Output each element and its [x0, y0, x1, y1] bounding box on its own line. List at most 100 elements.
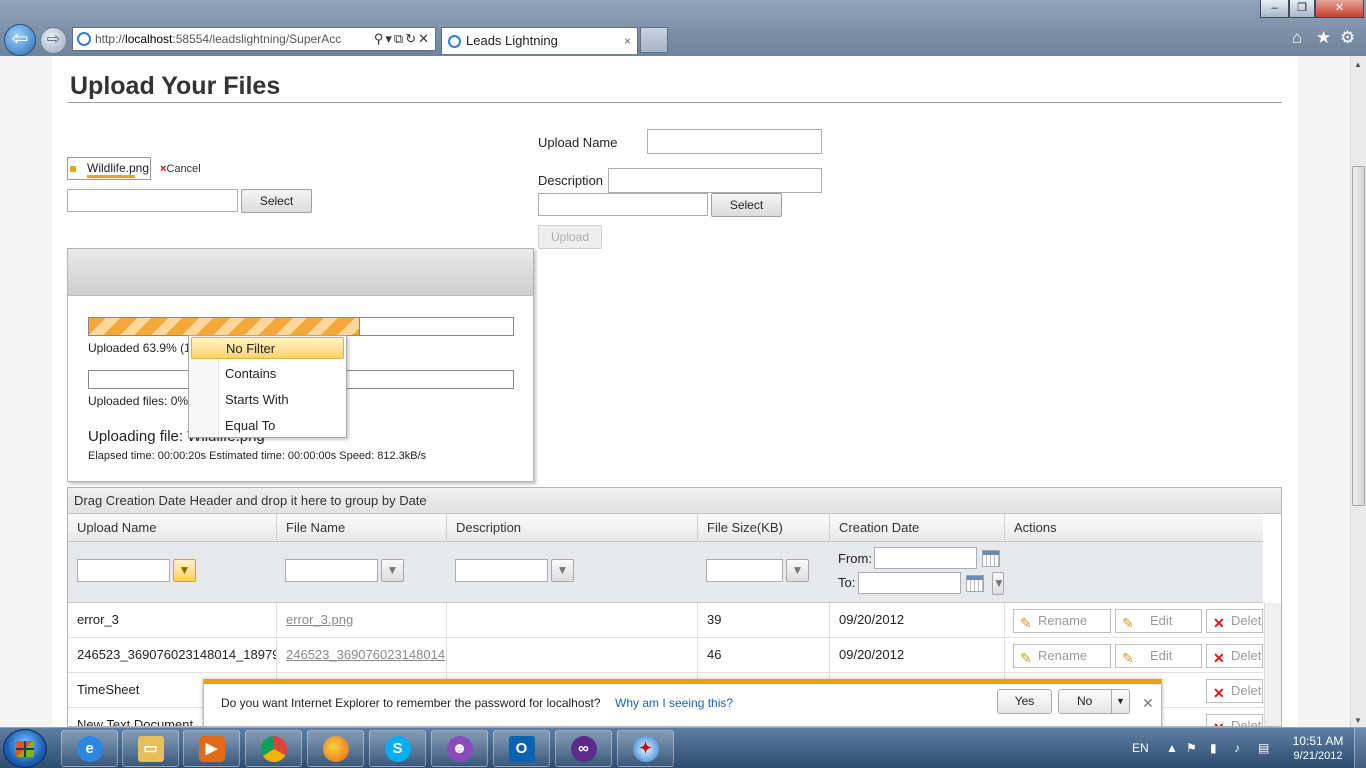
- filter-input-upload-name[interactable]: [77, 559, 170, 582]
- taskbar-outlook[interactable]: O: [493, 730, 550, 767]
- taskbar-visual-studio[interactable]: ∞: [555, 730, 612, 767]
- scroll-thumb[interactable]: [1352, 166, 1365, 506]
- filter-input-file-name[interactable]: [285, 559, 378, 582]
- compat-icon[interactable]: ⧉: [394, 31, 405, 46]
- filter-icon[interactable]: ▼: [173, 559, 196, 582]
- calendar-icon[interactable]: [966, 575, 984, 592]
- rename-button[interactable]: ✎ Rename: [1013, 609, 1111, 633]
- volume-icon[interactable]: ♪: [1234, 741, 1240, 755]
- taskbar-media-player[interactable]: ▶: [183, 730, 240, 767]
- taskbar-internet-explorer[interactable]: e: [61, 730, 118, 767]
- address-tools[interactable]: ⚲▾⧉↻✕: [371, 28, 431, 50]
- show-desktop-button[interactable]: [1354, 728, 1366, 768]
- page-scrollbar[interactable]: ▲ ▼: [1350, 56, 1366, 727]
- filter-input-description[interactable]: [455, 559, 548, 582]
- stop-icon[interactable]: ✕: [418, 31, 431, 46]
- upload-button[interactable]: Upload: [538, 225, 602, 249]
- menu-item-contains[interactable]: Contains: [191, 363, 344, 385]
- calendar-icon[interactable]: [982, 550, 1000, 567]
- grid-scrollbar[interactable]: [1264, 603, 1281, 726]
- select-file-button-2[interactable]: Select: [711, 193, 782, 217]
- start-button[interactable]: [3, 729, 47, 768]
- delete-label: Delet: [1231, 718, 1262, 727]
- column-header-upload-name[interactable]: Upload Name: [68, 514, 277, 542]
- firefox-icon: [322, 736, 349, 762]
- date-to-input[interactable]: [858, 572, 961, 594]
- outlook-icon: O: [508, 736, 535, 762]
- dropdown-icon[interactable]: ▾: [385, 31, 394, 46]
- address-host: localhost: [125, 32, 173, 46]
- close-icon[interactable]: ✕: [1142, 695, 1154, 712]
- column-header-creation-date[interactable]: Creation Date: [830, 514, 1005, 542]
- password-no-button[interactable]: No ▼: [1058, 689, 1130, 714]
- column-header-file-name[interactable]: File Name: [277, 514, 447, 542]
- tab-close-icon[interactable]: ×: [624, 28, 631, 54]
- upload-name-input[interactable]: [647, 129, 822, 154]
- back-button[interactable]: ⇦: [4, 24, 36, 56]
- why-am-i-seeing-this-link[interactable]: Why am I seeing this?: [615, 696, 733, 710]
- taskbar-firefox[interactable]: [307, 730, 364, 767]
- password-yes-button[interactable]: Yes: [997, 689, 1052, 714]
- menu-item-equal-to[interactable]: Equal To: [191, 415, 344, 437]
- cell-file-name-link[interactable]: 246523_369076023148014: [277, 638, 447, 672]
- cancel-upload-link[interactable]: ×Cancel: [160, 163, 201, 175]
- refresh-icon[interactable]: ↻: [405, 31, 418, 46]
- filter-icon[interactable]: ▼: [381, 559, 404, 582]
- new-tab-button[interactable]: [640, 27, 668, 53]
- taskbar-chrome[interactable]: [245, 730, 302, 767]
- address-prefix: http://: [95, 32, 126, 46]
- tab-leads-lightning[interactable]: Leads Lightning ×: [441, 27, 638, 54]
- minimize-button[interactable]: –: [1260, 0, 1289, 18]
- delete-button[interactable]: ✕ Delet: [1206, 679, 1263, 703]
- cell-file-name-link[interactable]: error_3.png: [277, 603, 447, 637]
- taskbar-explorer[interactable]: ▭: [122, 730, 179, 767]
- address-bar[interactable]: http://localhost:58554/leadslightning/Su…: [72, 27, 436, 51]
- window-close-button[interactable]: ✕: [1315, 0, 1364, 18]
- date-from-input[interactable]: [874, 547, 977, 569]
- edit-button[interactable]: ✎ Edit: [1115, 644, 1202, 668]
- tray-expand-icon[interactable]: ▲: [1166, 741, 1178, 755]
- taskbar-skype[interactable]: S: [369, 730, 426, 767]
- forward-button[interactable]: ⇨: [40, 27, 67, 54]
- search-icon[interactable]: ⚲: [374, 31, 386, 46]
- cell-file-size: 46: [698, 638, 830, 672]
- scroll-down-icon[interactable]: ▼: [1354, 716, 1362, 725]
- delete-button[interactable]: ✕ Delet: [1206, 609, 1263, 633]
- filter-icon[interactable]: ▼: [992, 572, 1005, 595]
- network-icon[interactable]: ▤: [1258, 741, 1269, 755]
- description-input[interactable]: [608, 168, 822, 193]
- clock-date[interactable]: 9/21/2012: [1286, 750, 1350, 762]
- column-header-file-size[interactable]: File Size(KB): [698, 514, 830, 542]
- uploaded-files-text: Uploaded files: 0%: [88, 394, 189, 408]
- clock-time[interactable]: 10:51 AM: [1290, 734, 1346, 748]
- address-rest: :58554/leadslightning/SuperAcc: [172, 32, 342, 46]
- favorites-icon[interactable]: ★: [1316, 28, 1331, 48]
- edit-button[interactable]: ✎ Edit: [1115, 609, 1202, 633]
- delete-button[interactable]: ✕ Delet: [1206, 644, 1263, 668]
- menu-item-no-filter[interactable]: No Filter: [191, 337, 344, 359]
- select-file-button[interactable]: Select: [241, 189, 312, 213]
- delete-x-icon: ✕: [1213, 615, 1225, 631]
- rename-button[interactable]: ✎ Rename: [1013, 644, 1111, 668]
- filter-icon[interactable]: ▼: [786, 559, 809, 582]
- scroll-up-icon[interactable]: ▲: [1354, 60, 1362, 69]
- file-path-input[interactable]: [67, 189, 238, 212]
- tools-gear-icon[interactable]: ⚙: [1340, 28, 1355, 48]
- maximize-button[interactable]: ❐: [1289, 0, 1315, 18]
- taskbar-safari[interactable]: ✦: [617, 730, 674, 767]
- file-path-input-2[interactable]: [538, 193, 708, 216]
- delete-button[interactable]: ✕ Delet: [1206, 714, 1263, 727]
- language-indicator[interactable]: EN: [1132, 741, 1149, 755]
- group-by-panel[interactable]: Drag Creation Date Header and drop it he…: [68, 488, 1281, 514]
- taskbar-messenger[interactable]: ☻: [431, 730, 488, 767]
- action-center-icon[interactable]: ⚑: [1186, 741, 1197, 755]
- filter-input-file-size[interactable]: [706, 559, 783, 582]
- table-row[interactable]: error_3 error_3.png 39 09/20/2012 ✎ Renam…: [68, 603, 1263, 638]
- table-row[interactable]: 246523_369076023148014_189794 246523_369…: [68, 638, 1263, 673]
- menu-item-starts-with[interactable]: Starts With: [191, 389, 344, 411]
- chevron-down-icon[interactable]: ▼: [1111, 690, 1129, 713]
- column-header-description[interactable]: Description: [447, 514, 698, 542]
- filter-icon[interactable]: ▼: [551, 559, 574, 582]
- home-icon[interactable]: ⌂: [1292, 28, 1302, 48]
- battery-icon[interactable]: ▮: [1210, 741, 1217, 755]
